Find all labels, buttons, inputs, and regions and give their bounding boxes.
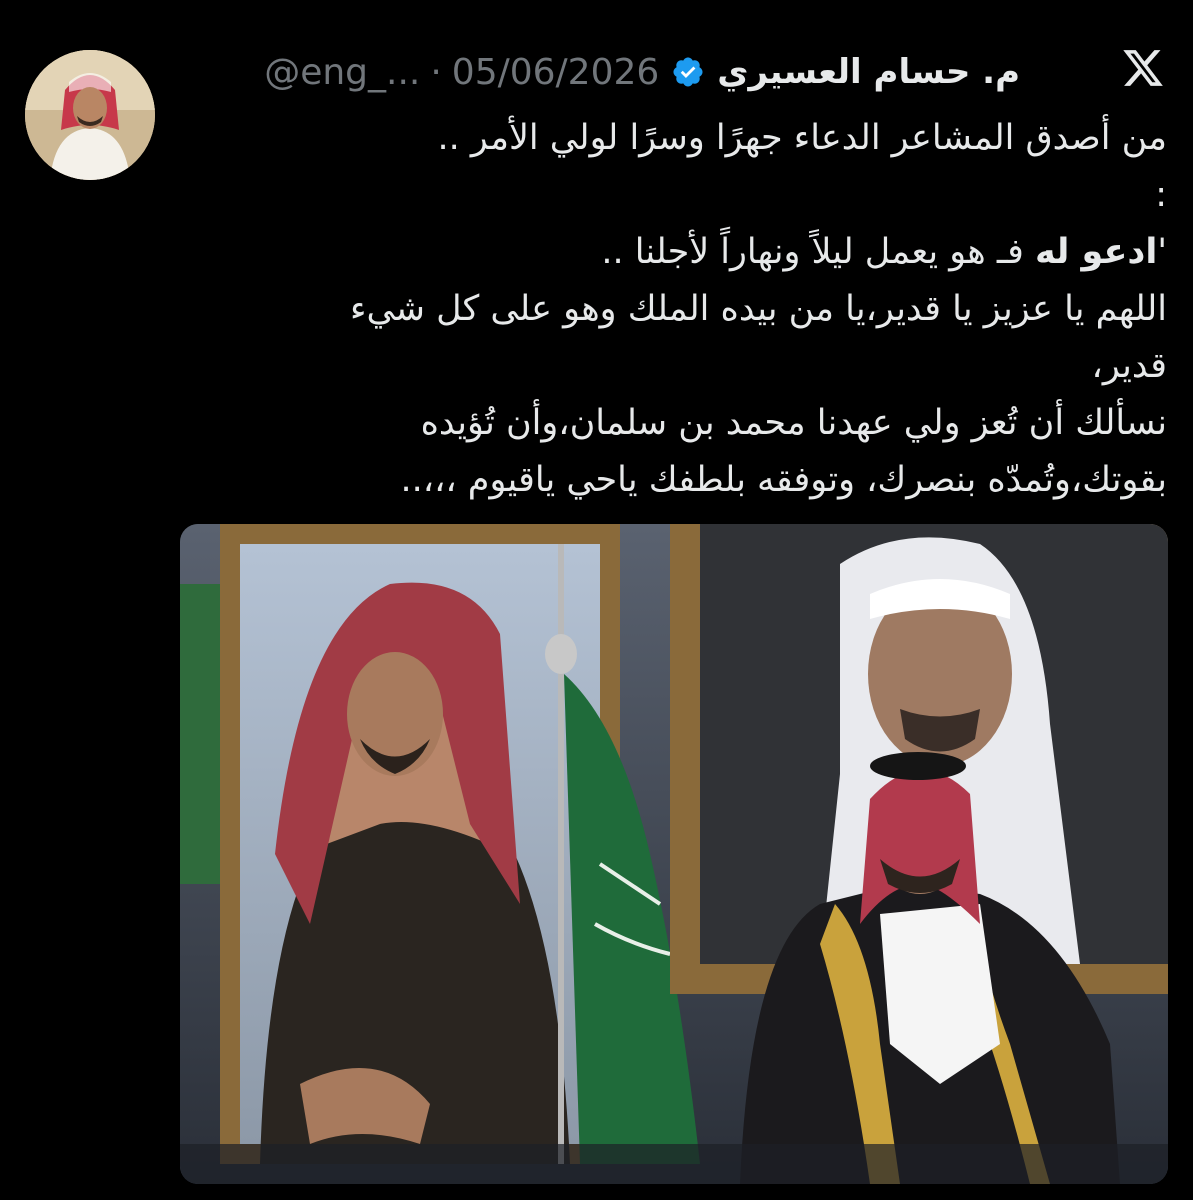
avatar-photo	[25, 50, 155, 180]
tweet-line-3: 'ادعو له فـ هو يعمل ليلاً ونهاراً لأجلنا…	[230, 224, 1167, 281]
tweet-line-1: من أصدق المشاعر الدعاء جهرًا وسرًا لولي …	[437, 118, 1167, 158]
photo-illustration	[180, 524, 1168, 1184]
avatar[interactable]	[25, 50, 155, 180]
tweet-quote-mark: '	[1157, 232, 1167, 272]
separator-dot: ·	[430, 51, 442, 93]
tweet-text: من أصدق المشاعر الدعاء جهرًا وسرًا لولي …	[230, 110, 1167, 509]
tweet-line-7: بقوتك،وتُمدّه بنصرك، وتوفقه بلطفك ياحي ي…	[400, 460, 1167, 500]
tweet-line-3-rest: فـ هو يعمل ليلاً ونهاراً لأجلنا ..	[601, 232, 1035, 272]
author-name[interactable]: م. حسام العسيري	[717, 52, 1020, 92]
tweet-line-6: نسألك أن تُعز ولي عهدنا محمد بن سلمان،وأ…	[420, 403, 1167, 443]
verified-badge-icon	[673, 57, 703, 87]
x-logo-icon[interactable]	[1121, 46, 1165, 90]
tweet-header: م. حسام العسيري @eng_... · 05/06/2026	[180, 44, 1020, 100]
tweet-media-photo[interactable]	[180, 524, 1168, 1184]
handle-date-row: @eng_... · 05/06/2026	[264, 52, 659, 93]
tweet-line-5: قدير،	[1091, 346, 1167, 386]
tweet-line-2: :	[1155, 175, 1167, 215]
author-handle[interactable]: @eng_...	[264, 52, 420, 93]
tweet-bold-text: ادعو له	[1035, 232, 1158, 272]
post-date[interactable]: 05/06/2026	[452, 52, 660, 93]
tweet-line-4: اللهم يا عزيز يا قدير،يا من بيده الملك و…	[349, 289, 1167, 329]
